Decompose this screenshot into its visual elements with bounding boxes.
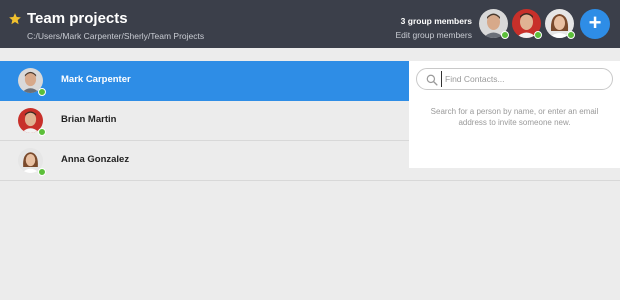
online-status-dot xyxy=(38,88,46,96)
breadcrumb-path: C:/Users/Mark Carpenter/Sherly/Team Proj… xyxy=(27,31,205,41)
search-input[interactable] xyxy=(441,71,606,87)
online-status-dot xyxy=(38,128,46,136)
member-name: Brian Martin xyxy=(61,114,117,125)
search-box[interactable] xyxy=(416,68,613,90)
edit-group-members-link[interactable]: Edit group members xyxy=(395,30,472,40)
member-name: Mark Carpenter xyxy=(61,74,131,85)
member-name: Anna Gonzalez xyxy=(61,154,130,165)
add-member-button[interactable]: + xyxy=(580,9,610,39)
avatar[interactable] xyxy=(512,9,542,39)
avatar[interactable] xyxy=(545,9,575,39)
search-hint: Search for a person by name, or enter an… xyxy=(430,107,599,127)
header-bar: Team projects C:/Users/Mark Carpenter/Sh… xyxy=(0,0,620,48)
avatar xyxy=(18,68,46,96)
avatar xyxy=(18,148,46,176)
group-members-info: 3 group members Edit group members xyxy=(395,16,472,40)
header-avatar-group xyxy=(479,9,575,39)
online-status-dot xyxy=(567,31,575,39)
avatar xyxy=(18,108,46,136)
online-status-dot xyxy=(534,31,542,39)
online-status-dot xyxy=(38,168,46,176)
find-contacts-panel: Search for a person by name, or enter an… xyxy=(409,61,620,168)
page-title: Team projects xyxy=(27,10,128,27)
app-window: Team projects C:/Users/Mark Carpenter/Sh… xyxy=(0,0,620,300)
search-icon xyxy=(426,74,438,86)
online-status-dot xyxy=(501,31,509,39)
star-icon[interactable] xyxy=(8,12,22,26)
members-count: 3 group members xyxy=(400,16,472,26)
avatar[interactable] xyxy=(479,9,509,39)
